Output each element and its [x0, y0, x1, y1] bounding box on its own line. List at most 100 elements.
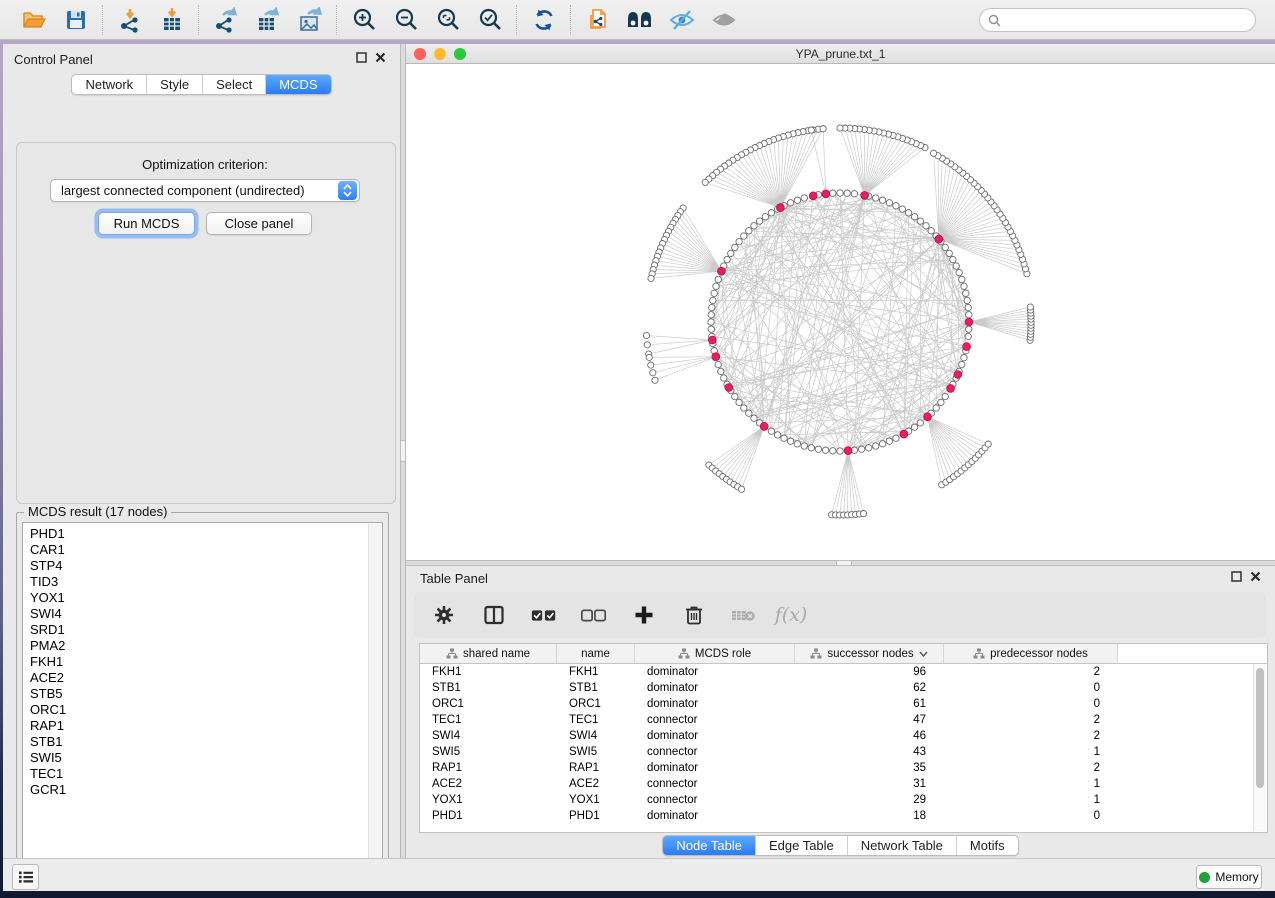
network-leaf-node[interactable]	[985, 441, 991, 447]
network-node[interactable]	[768, 428, 774, 434]
network-node[interactable]	[713, 283, 719, 289]
network-node[interactable]	[746, 228, 752, 234]
mcds-node[interactable]	[809, 192, 817, 200]
table-cell[interactable]: dominator	[635, 682, 795, 694]
network-leaf-node[interactable]	[820, 126, 826, 132]
column-header-name[interactable]: name	[557, 644, 635, 663]
table-row[interactable]: PHD1PHD1dominator180	[420, 808, 1267, 824]
network-node[interactable]	[710, 297, 716, 303]
network-node[interactable]	[844, 190, 850, 196]
hide-selected-button[interactable]	[668, 6, 696, 34]
network-leaf-node[interactable]	[738, 486, 744, 492]
network-node[interactable]	[923, 223, 929, 229]
network-leaf-node[interactable]	[931, 150, 937, 156]
table-row[interactable]: SWI5SWI5connector431	[420, 744, 1267, 760]
network-node[interactable]	[893, 435, 899, 441]
network-node[interactable]	[911, 214, 917, 220]
network-node[interactable]	[917, 420, 923, 426]
tab-style[interactable]: Style	[146, 75, 202, 94]
table-cell[interactable]: PHD1	[557, 810, 635, 822]
network-node[interactable]	[781, 435, 787, 441]
close-panel-button[interactable]: Close panel	[206, 212, 312, 235]
network-node[interactable]	[899, 206, 905, 212]
select-all-button[interactable]	[530, 601, 558, 629]
mcds-node[interactable]	[900, 430, 908, 438]
function-builder-button[interactable]: f(x)	[780, 601, 808, 629]
table-cell[interactable]: 35	[795, 762, 944, 774]
network-node[interactable]	[959, 276, 965, 282]
network-leaf-node[interactable]	[808, 127, 814, 133]
mcds-result-item[interactable]: TEC1	[30, 766, 382, 782]
mcds-node[interactable]	[760, 423, 768, 431]
network-node[interactable]	[732, 244, 738, 250]
float-panel-icon[interactable]	[356, 52, 367, 63]
table-cell[interactable]: PHD1	[420, 810, 557, 822]
mcds-result-item[interactable]: TID3	[30, 574, 382, 590]
zoom-fit-content-button[interactable]	[434, 6, 462, 34]
zoom-out-button[interactable]	[392, 6, 420, 34]
column-header-shared-name[interactable]: shared name	[420, 644, 557, 663]
zoom-in-button[interactable]	[350, 6, 378, 34]
network-node[interactable]	[950, 256, 956, 262]
show-columns-button[interactable]	[480, 601, 508, 629]
network-leaf-node[interactable]	[837, 125, 843, 131]
table-cell[interactable]: 61	[795, 698, 944, 710]
table-cell[interactable]: 18	[795, 810, 944, 822]
network-leaf-node[interactable]	[648, 362, 654, 368]
network-leaf-node[interactable]	[646, 354, 652, 360]
column-header-successor-nodes[interactable]: successor nodes	[795, 644, 944, 663]
network-node[interactable]	[715, 276, 721, 282]
table-cell[interactable]: ACE2	[420, 778, 557, 790]
delete-table-button[interactable]	[730, 601, 758, 629]
mcds-node[interactable]	[822, 190, 830, 198]
network-node[interactable]	[711, 290, 717, 296]
table-cell[interactable]: 0	[944, 682, 1118, 694]
table-cell[interactable]: RAP1	[557, 762, 635, 774]
network-node[interactable]	[917, 218, 923, 224]
network-node[interactable]	[961, 283, 967, 289]
table-row[interactable]: ACE2ACE2connector311	[420, 776, 1267, 792]
mcds-result-item[interactable]: SRD1	[30, 622, 382, 638]
table-cell[interactable]: ACE2	[557, 778, 635, 790]
network-node[interactable]	[801, 443, 807, 449]
mcds-result-item[interactable]: PHD1	[30, 526, 382, 542]
network-node[interactable]	[873, 195, 879, 201]
network-node[interactable]	[708, 312, 714, 318]
column-header-MCDS-role[interactable]: MCDS role	[635, 644, 795, 663]
table-cell[interactable]: SWI4	[557, 730, 635, 742]
network-node[interactable]	[942, 244, 948, 250]
network-node[interactable]	[708, 319, 714, 325]
network-window-titlebar[interactable]: YPA_prune.txt_1	[406, 44, 1275, 64]
table-mode-button[interactable]	[430, 601, 458, 629]
save-session-button[interactable]	[62, 6, 90, 34]
search-input[interactable]	[1007, 12, 1255, 28]
table-row[interactable]: RAP1RAP1dominator352	[420, 760, 1267, 776]
zoom-selected-button[interactable]	[476, 6, 504, 34]
show-all-button[interactable]	[710, 6, 738, 34]
mcds-node[interactable]	[777, 204, 785, 212]
network-node[interactable]	[905, 210, 911, 216]
table-row[interactable]: TEC1TEC1connector472	[420, 712, 1267, 728]
export-table-button[interactable]	[254, 6, 282, 34]
table-row[interactable]: YOX1YOX1connector291	[420, 792, 1267, 808]
network-graph[interactable]	[406, 64, 1275, 560]
network-node[interactable]	[751, 223, 757, 229]
network-node[interactable]	[886, 200, 892, 206]
optimization-criterion-dropdown[interactable]: largest connected component (undirected)	[50, 179, 360, 202]
mcds-result-item[interactable]: RAP1	[30, 718, 382, 734]
table-row[interactable]: SWI4SWI4dominator462	[420, 728, 1267, 744]
run-mcds-button[interactable]: Run MCDS	[98, 212, 195, 235]
network-node[interactable]	[794, 197, 800, 203]
delete-columns-button[interactable]	[680, 601, 708, 629]
network-node[interactable]	[762, 214, 768, 220]
tab-network[interactable]: Network	[72, 75, 146, 94]
network-node[interactable]	[728, 250, 734, 256]
table-cell[interactable]: 2	[944, 714, 1118, 726]
tab-select[interactable]: Select	[202, 75, 265, 94]
table-cell[interactable]: 62	[795, 682, 944, 694]
network-node[interactable]	[794, 441, 800, 447]
network-leaf-node[interactable]	[643, 332, 649, 338]
table-row[interactable]: FKH1FKH1dominator962	[420, 664, 1267, 680]
network-node[interactable]	[966, 326, 972, 332]
table-cell[interactable]: RAP1	[420, 762, 557, 774]
